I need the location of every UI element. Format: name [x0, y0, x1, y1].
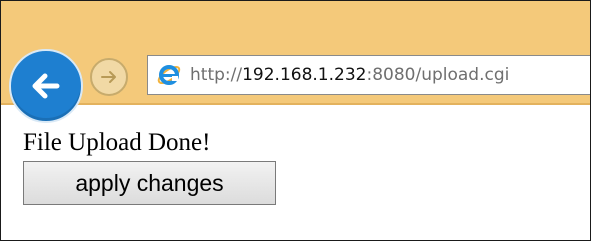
url-host: 192.168.1.232 — [242, 65, 367, 85]
back-button[interactable] — [9, 49, 83, 123]
apply-changes-button[interactable]: apply changes — [23, 161, 276, 205]
address-bar[interactable]: http://192.168.1.232:8080/upload.cgi — [147, 55, 590, 95]
browser-toolbar: http://192.168.1.232:8080/upload.cgi — [1, 1, 590, 123]
page-content: File Upload Done! apply changes — [23, 128, 276, 205]
forward-button[interactable] — [90, 58, 128, 96]
url-path: :8080/upload.cgi — [366, 65, 510, 85]
browser-window: http://192.168.1.232:8080/upload.cgi Fil… — [0, 0, 591, 241]
forward-arrow-icon — [101, 71, 116, 83]
back-arrow-icon — [32, 73, 60, 99]
upload-status-message: File Upload Done! — [23, 129, 211, 156]
url-scheme: http:// — [190, 65, 243, 85]
url-text: http://192.168.1.232:8080/upload.cgi — [190, 64, 509, 86]
internet-explorer-icon — [157, 65, 181, 85]
